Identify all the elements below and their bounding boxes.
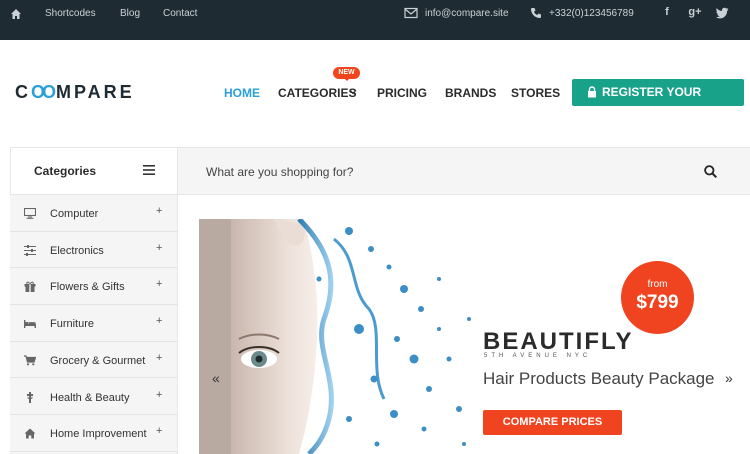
category-label: Flowers & Gifts: [50, 281, 125, 294]
topbar-phone[interactable]: +332(0)123456789: [549, 8, 634, 19]
google-plus-icon[interactable]: g+: [686, 6, 704, 20]
logo-text-rest: MPARE: [56, 82, 135, 102]
banner-product-image: [199, 219, 499, 454]
home-icon[interactable]: [10, 8, 22, 20]
menu-icon[interactable]: [143, 165, 155, 175]
search-icon[interactable]: [704, 165, 717, 178]
expand-plus-icon[interactable]: +: [156, 205, 162, 217]
banner-title: Hair Products Beauty Package: [483, 369, 715, 388]
price-badge: from $799: [621, 261, 694, 334]
category-label: Health & Beauty: [50, 391, 130, 404]
envelope-icon: [404, 7, 418, 19]
register-store-button[interactable]: REGISTER YOUR STORE: [572, 79, 744, 126]
category-item-health-beauty[interactable]: Health & Beauty +: [10, 379, 178, 416]
banner-brand-subtitle: 5TH AVENUE NYC: [484, 353, 592, 359]
expand-plus-icon[interactable]: +: [156, 425, 162, 437]
logo-text-oo: OO: [31, 82, 56, 102]
cart-icon: [24, 355, 36, 366]
categories-header[interactable]: Categories: [10, 147, 178, 195]
chevron-down-icon[interactable]: [349, 89, 357, 95]
topbar-link-contact[interactable]: Contact: [163, 8, 197, 19]
hero-banner[interactable]: from $799 BEAUTIFLY 5TH AVENUE NYC Hair …: [199, 219, 745, 454]
category-label: Electronics: [50, 244, 104, 257]
facebook-icon[interactable]: f: [660, 6, 674, 20]
nav-brands[interactable]: BRANDS: [445, 86, 496, 100]
price-value: $799: [636, 292, 679, 313]
site-logo[interactable]: COO MPARE: [15, 82, 135, 103]
category-item-grocery-gourmet[interactable]: Grocery & Gourmet +: [10, 342, 178, 379]
nav-categories[interactable]: CATEGORIES: [278, 86, 356, 100]
expand-plus-icon[interactable]: +: [156, 315, 162, 327]
logo-text-c: C: [15, 82, 31, 102]
category-item-home-improvement[interactable]: Home Improvement +: [10, 415, 178, 452]
category-item-furniture[interactable]: Furniture +: [10, 305, 178, 342]
expand-plus-icon[interactable]: +: [156, 352, 162, 364]
price-from-label: from: [647, 279, 668, 290]
register-store-label: REGISTER YOUR STORE: [602, 85, 702, 126]
lock-icon: [588, 86, 596, 98]
home-icon: [24, 428, 36, 439]
topbar-link-blog[interactable]: Blog: [120, 8, 140, 19]
category-label: Home Improvement: [50, 428, 147, 441]
banner-brand: BEAUTIFLY: [483, 328, 634, 355]
sliders-icon: [24, 244, 36, 256]
compare-prices-button[interactable]: COMPARE PRICES: [483, 410, 622, 435]
search-bar: [178, 147, 750, 195]
twitter-icon[interactable]: [716, 7, 729, 19]
nav-pricing[interactable]: PRICING: [377, 86, 427, 100]
phone-icon: [531, 8, 541, 18]
top-bar: Shortcodes Blog Contact info@compare.sit…: [0, 0, 750, 40]
category-label: Grocery & Gourmet: [50, 354, 146, 367]
topbar-email[interactable]: info@compare.site: [425, 8, 509, 19]
category-label: Furniture: [50, 318, 95, 331]
bed-icon: [24, 320, 36, 329]
expand-plus-icon[interactable]: +: [156, 389, 162, 401]
expand-plus-icon[interactable]: +: [156, 242, 162, 254]
nav-stores[interactable]: STORES: [511, 86, 560, 100]
health-icon: [27, 391, 33, 403]
nav-home[interactable]: HOME: [224, 86, 260, 100]
category-item-flowers-gifts[interactable]: Flowers & Gifts +: [10, 268, 178, 306]
monitor-icon: [24, 208, 36, 219]
gift-icon: [24, 282, 36, 293]
slider-next-arrow[interactable]: »: [725, 370, 733, 386]
categories-title: Categories: [34, 164, 97, 178]
search-input[interactable]: [194, 158, 694, 186]
slider-prev-arrow[interactable]: «: [212, 370, 220, 386]
category-list: Computer + Electronics + Flowers & Gifts…: [10, 195, 178, 454]
category-item-electronics[interactable]: Electronics +: [10, 232, 178, 269]
category-item-computer[interactable]: Computer +: [10, 195, 178, 232]
expand-plus-icon[interactable]: +: [156, 278, 162, 290]
topbar-link-shortcodes[interactable]: Shortcodes: [45, 8, 96, 19]
new-badge: NEW: [333, 67, 360, 81]
category-label: Computer: [50, 208, 99, 220]
